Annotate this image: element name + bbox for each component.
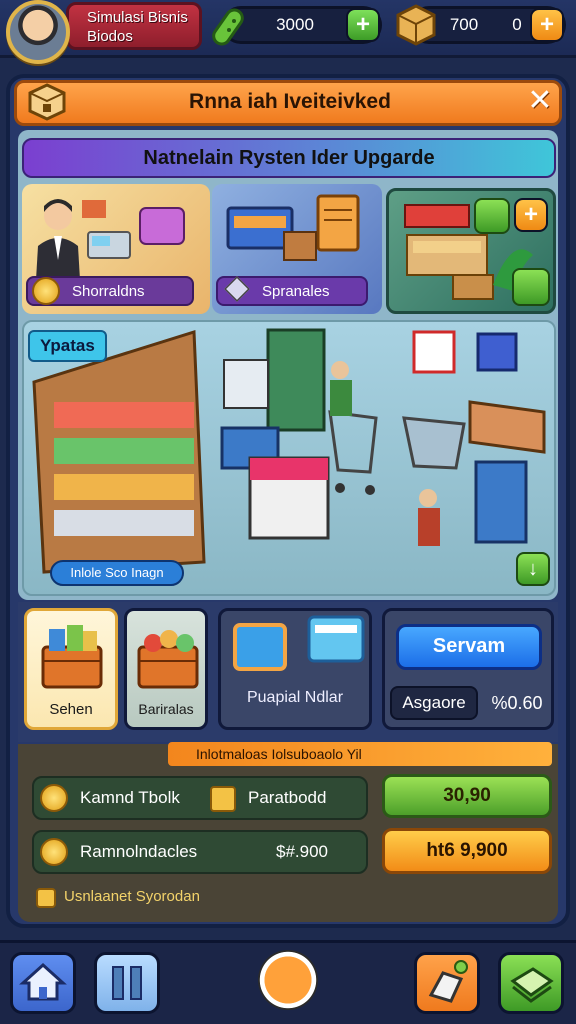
computer-icon <box>233 615 365 671</box>
card-counter-add-button[interactable]: + <box>514 198 548 232</box>
receipt-icon <box>210 786 236 812</box>
panel-subtitle: Natnelain Rysten Ider Upgarde <box>22 138 556 178</box>
info-row-1: Kamnd Tbolk Paratbodd <box>32 776 368 820</box>
card-manager-label: Shorraldns <box>72 283 145 300</box>
supplies-illustration <box>226 194 360 261</box>
box-icon <box>28 83 66 121</box>
basket-icon <box>137 630 199 689</box>
info-row-1-mid: Paratbodd <box>248 788 327 807</box>
coin-icon <box>40 838 68 866</box>
pause-icon <box>112 966 142 1000</box>
pause-button[interactable] <box>94 952 160 1014</box>
coin-icon <box>40 784 68 812</box>
item-slot-sehen-label: Sehen <box>49 701 93 718</box>
info-footer-label: Usnlaanet Syorodan <box>64 888 200 905</box>
player-name-line1: Simulasi Bisnis <box>87 9 188 26</box>
resource-crate-value: 700 <box>449 15 479 34</box>
assignee-label: Asgaore <box>402 693 466 712</box>
cucumber-icon <box>212 8 244 46</box>
add-crate-button[interactable]: + <box>530 8 564 42</box>
info-footer: Usnlaanet Syorodan <box>36 886 336 910</box>
record-button[interactable] <box>258 950 318 1010</box>
info-row-2-label: Ramnolndacles <box>80 842 198 861</box>
player-name-line2: Biodos <box>87 28 133 45</box>
info-row-2: Ramnolndacles $#.900 <box>32 830 368 874</box>
home-icon <box>19 962 67 1001</box>
player-name-plate[interactable]: Simulasi Bisnis Biodos <box>66 2 202 50</box>
shop-button[interactable] <box>414 952 480 1014</box>
value-green-button[interactable]: 30,90 <box>382 774 552 818</box>
add-cucumber-button[interactable]: + <box>346 8 380 42</box>
server-button[interactable]: Servam <box>396 624 542 670</box>
info-row-1-label: Kamnd Tbolk <box>80 788 180 807</box>
card-counter-gem-button[interactable] <box>474 198 510 234</box>
assignee-pill[interactable]: Asgaore <box>390 686 478 720</box>
item-slot-sehen[interactable]: Sehen <box>24 608 118 730</box>
store-illustration <box>32 328 546 574</box>
server-button-label: Servam <box>432 635 506 657</box>
resource-crate-extra: 0 <box>512 15 522 34</box>
basket-icon <box>41 625 103 689</box>
manager-illustration <box>36 199 185 280</box>
panel-title: Rnna iah Iveiteivked <box>189 90 391 113</box>
crate-icon <box>396 4 436 46</box>
store-footer-label: Inlole Sco Inagn <box>50 560 184 586</box>
item-slot-puapial-label: Puapial Ndlar <box>246 689 344 706</box>
item-slot-puapial[interactable]: Puapial Ndlar <box>218 608 372 730</box>
bag-icon <box>428 960 468 1003</box>
player-avatar[interactable] <box>6 0 70 64</box>
assignee-value: %0.60 <box>491 693 543 713</box>
value-orange-button[interactable]: ht6 9,900 <box>382 828 552 874</box>
value-orange-label: ht6 9,900 <box>426 840 508 861</box>
info-row-2-mid: $#.900 <box>276 842 328 861</box>
item-slot-bariralas-label: Bariralas <box>138 701 194 717</box>
info-strip: Inlotmaloas Iolsuboaolo Yil <box>168 742 552 766</box>
item-slot-bariralas[interactable]: Bariralas <box>124 608 208 730</box>
card-manager-coin-icon <box>32 277 60 305</box>
card-supplies-label: Spranales <box>262 283 330 300</box>
card-counter-cash-button[interactable] <box>512 268 550 306</box>
home-button[interactable] <box>10 952 76 1014</box>
store-tag[interactable]: Ypatas <box>28 330 107 362</box>
cash-icon <box>510 967 554 1003</box>
close-icon[interactable]: ✕ <box>520 84 560 120</box>
badge-icon <box>36 888 56 908</box>
value-green-label: 30,90 <box>443 785 491 806</box>
cash-button[interactable] <box>498 952 564 1014</box>
scroll-down-button[interactable]: ↓ <box>516 552 550 586</box>
